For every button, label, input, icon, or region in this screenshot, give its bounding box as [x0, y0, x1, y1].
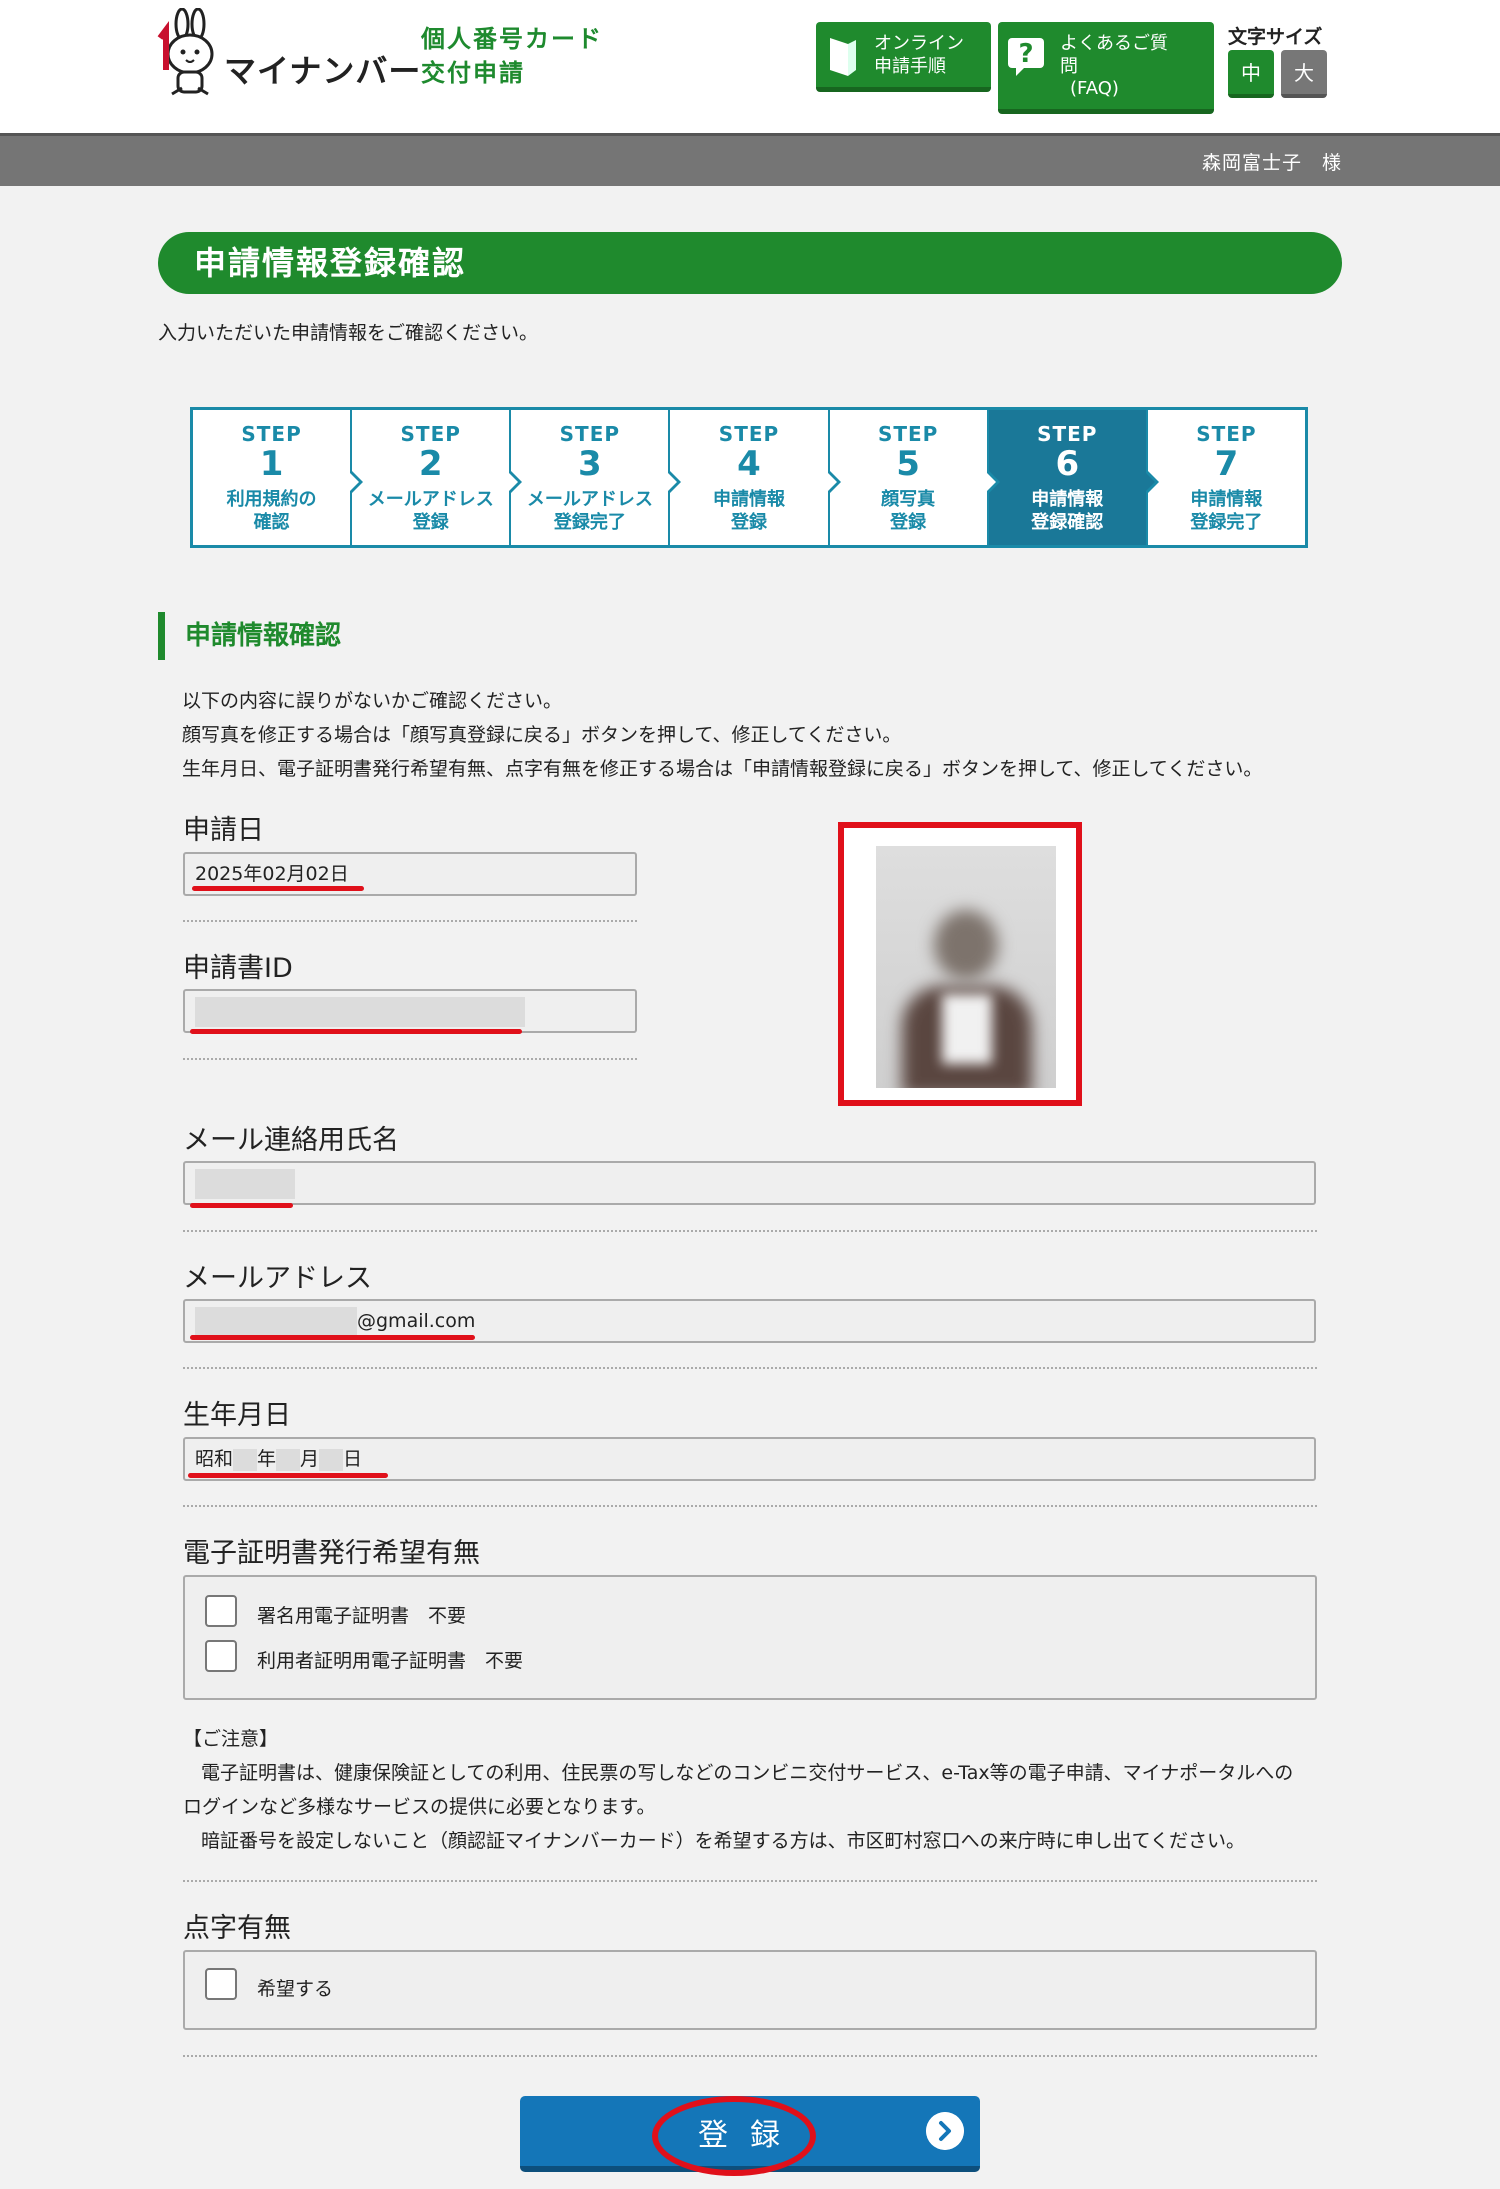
- red-underline: [190, 1203, 293, 1208]
- step-7: STEP 7 申請情報 登録完了: [1190, 422, 1263, 533]
- birthdate-label: 生年月日: [183, 1400, 291, 1431]
- red-underline: [190, 1335, 475, 1340]
- checkbox[interactable]: [205, 1968, 237, 2000]
- era-text: 昭和: [195, 1448, 234, 1470]
- caution-line: 電子証明書は、健康保険証としての利用、住民票の写しなどのコンビニ交付サービス、e…: [201, 1762, 1294, 1784]
- redacted-value: [195, 996, 525, 1027]
- divider: [183, 920, 637, 922]
- redacted-value: [195, 1168, 295, 1199]
- mail-name-field: [183, 1161, 1316, 1205]
- caution-line: 暗証番号を設定しないこと（顔認証マイナンバーカード）を希望する方は、市区町村窓口…: [201, 1830, 1246, 1852]
- user-name: 森岡富士子 様: [1201, 152, 1342, 174]
- logo-text: マイナンバー: [224, 52, 422, 90]
- page-lead: 入力いただいた申請情報をご確認ください。: [158, 322, 539, 344]
- face-photo: [876, 846, 1056, 1088]
- divider: [183, 2055, 1317, 2057]
- red-underline: [188, 1473, 388, 1478]
- instruction-notes: 以下の内容に誤りがないかご確認ください。 顔写真を修正する場合は「顔写真登録に戻…: [182, 684, 1262, 786]
- question-bubble-icon: ?: [1008, 38, 1044, 76]
- divider: [183, 1058, 637, 1060]
- book-icon: [830, 38, 856, 76]
- note-line: 生年月日、電子証明書発行希望有無、点字有無を修正する場合は「申請情報登録に戻る」…: [182, 758, 1263, 780]
- user-bar: 森岡富士子 様: [0, 133, 1500, 186]
- step-indicator: STEP 1 利用規約の 確認 STEP 2 メールアドレス 登録 STEP 3 メールア…: [190, 407, 1308, 548]
- online-guide-label: オンライン 申請手順: [874, 33, 964, 77]
- step-2: STEP 2 メールアドレス 登録: [352, 410, 523, 545]
- step-1: STEP 1 利用規約の 確認: [193, 410, 364, 545]
- chevron-right-icon: [926, 2112, 964, 2150]
- divider: [183, 1230, 1317, 1232]
- application-id-label: 申請書ID: [183, 953, 293, 984]
- caution-notes: 【ご注意】 電子証明書は、健康保険証としての利用、住民票の写しなどのコンビニ交付…: [183, 1722, 1323, 1858]
- red-circle-highlight: [652, 2096, 816, 2176]
- braille-label: 点字有無: [183, 1913, 291, 1944]
- divider: [183, 1880, 1317, 1882]
- svg-text:?: ?: [1018, 39, 1033, 69]
- checkbox[interactable]: [205, 1640, 237, 1672]
- red-underline: [192, 886, 364, 891]
- faq-sub-label: (FAQ): [1070, 78, 1119, 99]
- service-title-line2: 交付申請: [421, 59, 525, 87]
- email-domain: @gmail.com: [357, 1310, 476, 1332]
- online-guide-button[interactable]: オンライン 申請手順: [816, 22, 991, 92]
- divider: [183, 1367, 1317, 1369]
- certificate-options: 署名用電子証明書 不要 利用者証明用電子証明書 不要: [183, 1575, 1317, 1700]
- step-4: STEP 4 申請情報 登録: [670, 410, 841, 545]
- note-line: 顔写真を修正する場合は「顔写真登録に戻る」ボタンを押して、修正してください。: [182, 724, 902, 746]
- step-6: STEP 6 申請情報 登録確認: [988, 410, 1159, 545]
- application-id-field: [183, 989, 637, 1033]
- redacted-value: [195, 1306, 357, 1337]
- option-text: 利用者証明用電子証明書 不要: [257, 1650, 524, 1672]
- step-3: STEP 3 メールアドレス 登録完了: [511, 410, 682, 545]
- option-text: 希望する: [257, 1978, 334, 2000]
- email-label: メールアドレス: [183, 1263, 372, 1294]
- section-heading: 申請情報確認: [158, 612, 341, 660]
- service-title: 個人番号カード 交付申請: [421, 22, 603, 90]
- rabbit-mascot-icon: [157, 8, 214, 96]
- step-5: STEP 5 顔写真 登録: [830, 410, 1000, 545]
- caution-line: ログインなど多様なサービスの提供に必要となります。: [183, 1796, 656, 1818]
- checkbox[interactable]: [205, 1595, 237, 1627]
- divider: [183, 1505, 1317, 1507]
- service-title-line1: 個人番号カード: [421, 25, 603, 53]
- braille-options: 希望する: [183, 1950, 1317, 2030]
- site-header: マイナンバー 個人番号カード 交付申請 オンライン 申請手順 ? よくあるご質 …: [0, 0, 1500, 133]
- application-date-value: 2025年02月02日: [195, 863, 349, 885]
- faq-button[interactable]: ? よくあるご質 問 (FAQ): [998, 22, 1214, 114]
- certificate-label: 電子証明書発行希望有無: [183, 1538, 480, 1569]
- option-text: 署名用電子証明書 不要: [257, 1605, 467, 1627]
- font-size-large-button[interactable]: 大: [1281, 50, 1327, 98]
- face-photo-frame: [838, 822, 1082, 1106]
- red-underline: [190, 1029, 522, 1034]
- page-title: 申請情報登録確認: [158, 232, 1342, 294]
- font-size-medium-button[interactable]: 中: [1228, 50, 1274, 98]
- note-line: 以下の内容に誤りがないかご確認ください。: [182, 690, 563, 712]
- faq-label: よくあるご質 問: [1060, 33, 1168, 77]
- font-size-label: 文字サイズ: [1228, 26, 1323, 48]
- caution-title: 【ご注意】: [183, 1728, 279, 1750]
- application-date-label: 申請日: [183, 815, 264, 846]
- mail-name-label: メール連絡用氏名: [183, 1125, 399, 1156]
